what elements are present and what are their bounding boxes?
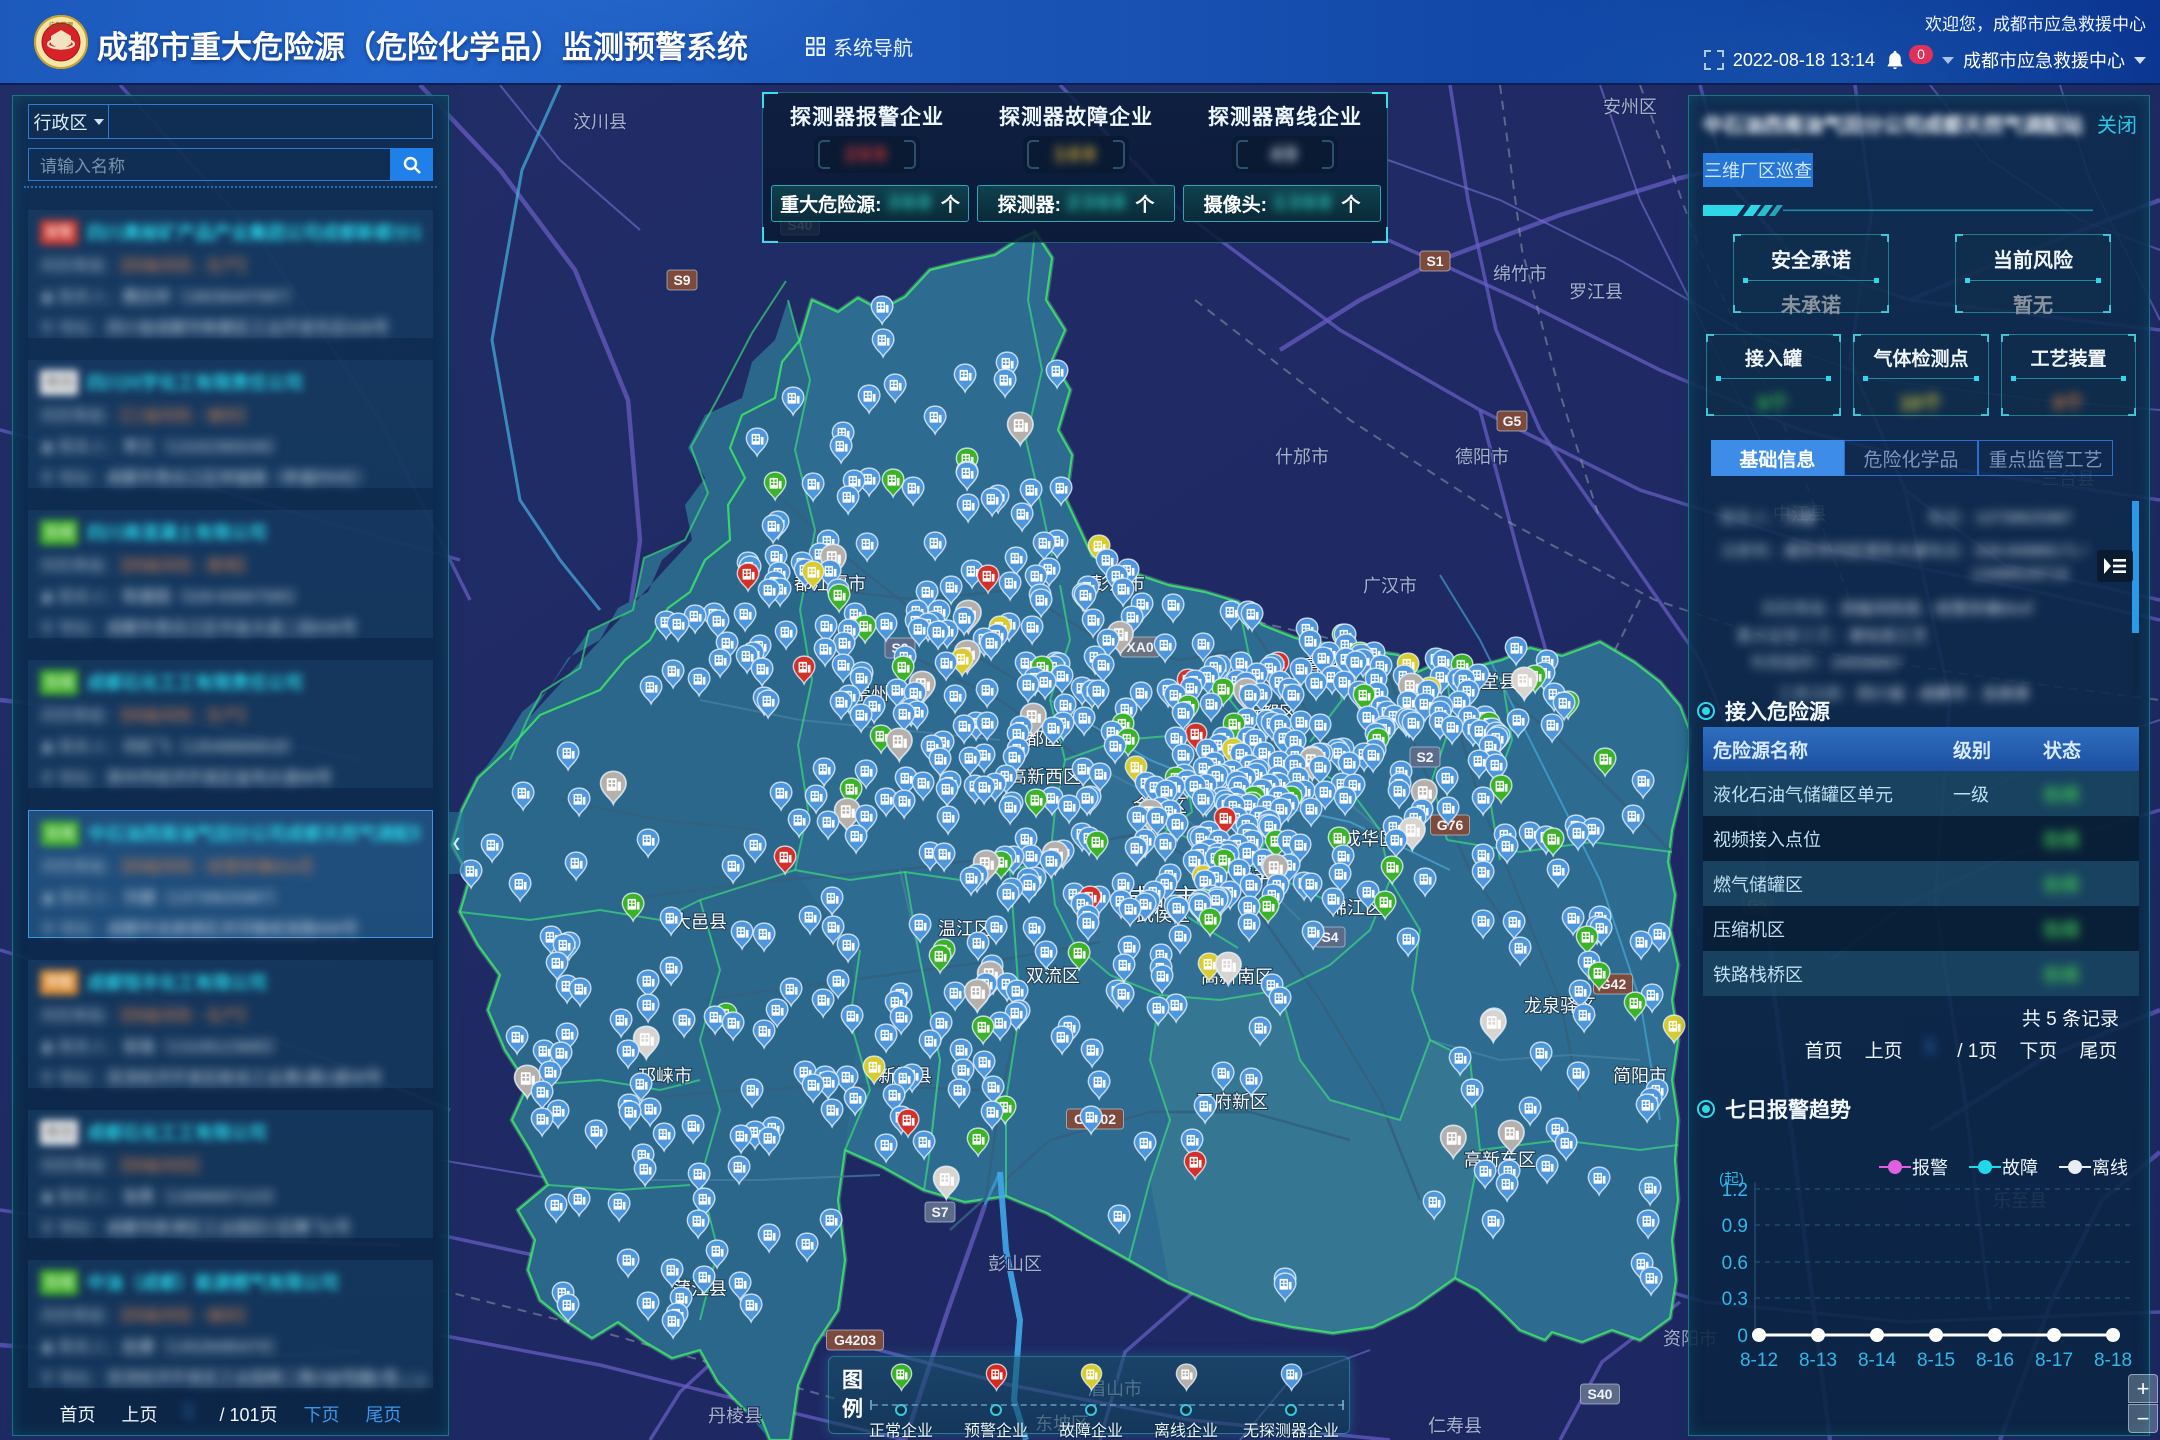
- svg-text:8-13: 8-13: [1799, 1350, 1837, 1371]
- svg-text:8-12: 8-12: [1740, 1350, 1778, 1371]
- svg-text:绵竹市: 绵竹市: [1493, 264, 1547, 284]
- svg-text:安州区: 安州区: [1603, 97, 1657, 117]
- svg-text:德阳市: 德阳市: [1455, 447, 1509, 467]
- svg-text:丹棱县: 丹棱县: [708, 1406, 762, 1426]
- svg-text:汶川县: 汶川县: [573, 112, 627, 132]
- svg-text:8-16: 8-16: [1976, 1350, 2014, 1371]
- svg-text:应急管理: 应急管理: [49, 21, 73, 29]
- svg-text:高新西区: 高新西区: [1009, 767, 1081, 787]
- svg-text:8-14: 8-14: [1858, 1350, 1896, 1371]
- svg-text:罗江县: 罗江县: [1569, 282, 1623, 302]
- svg-text:8-17: 8-17: [2035, 1350, 2073, 1371]
- svg-text:S2: S2: [1416, 749, 1433, 765]
- svg-text:彭山区: 彭山区: [988, 1254, 1042, 1274]
- svg-text:8-15: 8-15: [1917, 1350, 1955, 1371]
- svg-text:0: 0: [1737, 1326, 1748, 1347]
- svg-text:0.3: 0.3: [1722, 1289, 1748, 1310]
- svg-text:双流区: 双流区: [1026, 966, 1080, 986]
- svg-text:1.2: 1.2: [1722, 1180, 1748, 1201]
- svg-text:广汉市: 广汉市: [1363, 576, 1417, 596]
- svg-text:0.9: 0.9: [1722, 1216, 1748, 1237]
- svg-text:什邡市: 什邡市: [1275, 447, 1329, 467]
- svg-text:S7: S7: [931, 1204, 948, 1220]
- svg-text:G5: G5: [1503, 413, 1522, 429]
- svg-text:0.6: 0.6: [1722, 1253, 1748, 1274]
- svg-text:仁寿县: 仁寿县: [1428, 1416, 1482, 1436]
- svg-text:G4203: G4203: [834, 1332, 876, 1348]
- svg-text:8-18: 8-18: [2094, 1350, 2132, 1371]
- svg-text:S40: S40: [1588, 1386, 1613, 1402]
- svg-text:S9: S9: [673, 272, 690, 288]
- svg-text:S1: S1: [1426, 253, 1443, 269]
